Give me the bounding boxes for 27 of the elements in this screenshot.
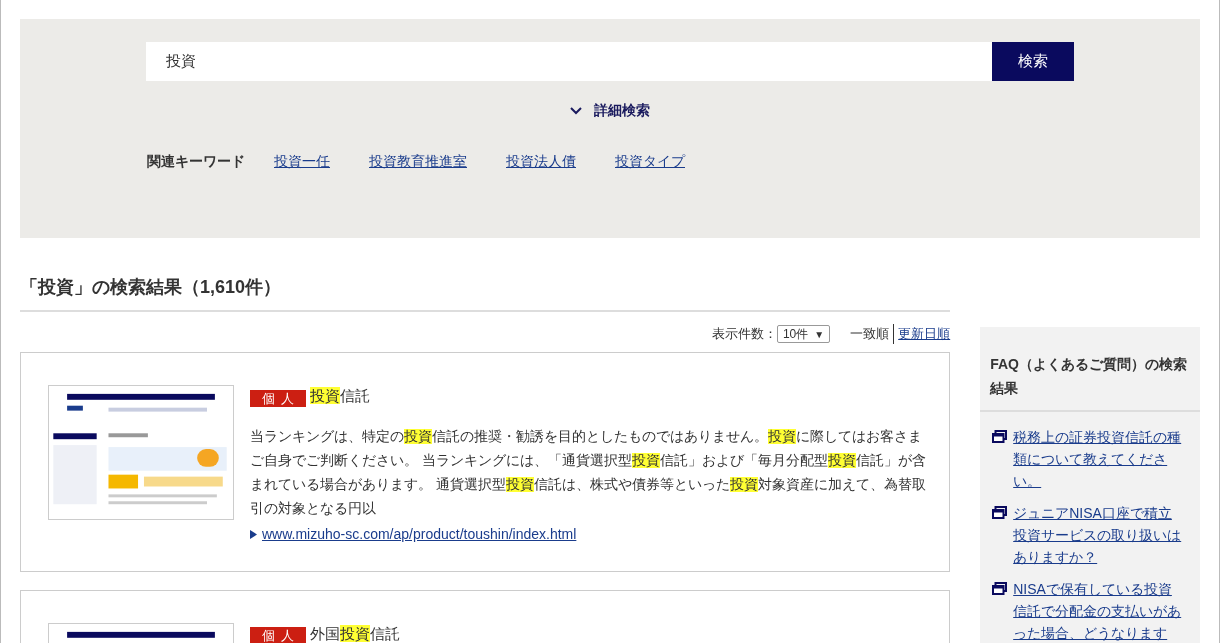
keyword-link[interactable]: 投資一任 [274, 151, 330, 172]
display-count-select[interactable]: 10件 ▼ [776, 325, 831, 343]
faq-title: FAQ（よくあるご質問）の検索結果 [980, 327, 1200, 412]
related-keywords-label: 関連キーワード [147, 152, 245, 171]
search-button[interactable]: 検索 [992, 42, 1074, 81]
keyword-link[interactable]: 投資法人債 [506, 151, 576, 172]
result-url-link[interactable]: www.mizuho-sc.com/ap/product/toushin/index.html [262, 523, 577, 545]
faq-link[interactable]: NISAで保有している投資信託で分配金の支払いがあった場合、どうなります [1013, 578, 1182, 643]
chevron-icon [570, 106, 582, 115]
keyword-link[interactable]: 投資タイプ [615, 151, 685, 172]
keyword-link[interactable]: 投資教育推進室 [369, 151, 467, 172]
window-icon [992, 582, 1008, 595]
result-title[interactable]: 投資信託 [310, 385, 370, 408]
window-icon [992, 430, 1008, 443]
personal-badge: 個人 [250, 389, 306, 407]
advanced-search-toggle[interactable]: 詳細検索 [570, 100, 650, 121]
faq-link[interactable]: ジュニアNISA口座で積立投資サービスの取り扱いはありますか？ [1013, 502, 1182, 568]
sort-option[interactable]: 更新日順 [893, 324, 951, 344]
search-field[interactable]: 投資 [146, 42, 992, 81]
window-icon [992, 506, 1008, 519]
results-heading: 「投資」の検索結果（1,610件） [20, 274, 951, 312]
display-count-label: 表示件数： [711, 325, 777, 344]
triangle-icon [250, 529, 257, 539]
faq-link[interactable]: 税務上の証券投資信託の種類について教えてください。 [1013, 426, 1182, 492]
personal-badge: 個人 [250, 627, 306, 643]
sort-option[interactable]: 一致順 [846, 324, 894, 344]
result-title[interactable]: 外国投資信託 [310, 622, 400, 643]
